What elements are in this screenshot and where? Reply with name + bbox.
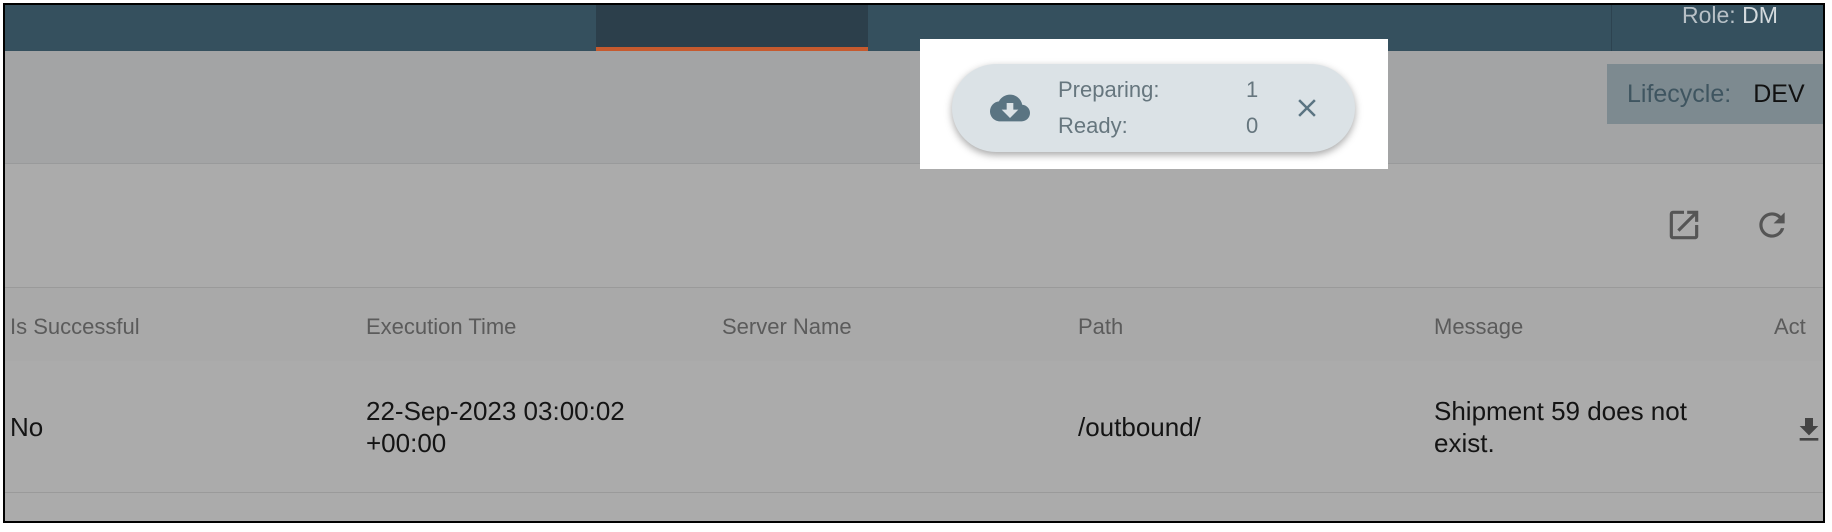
app-window: Role: DM Lifecycle: DEV Is Successful Ex… (3, 3, 1825, 523)
lifecycle-indicator: Lifecycle: DEV (1607, 64, 1823, 124)
column-header-server-name[interactable]: Server Name (722, 314, 852, 340)
preparing-count: 1 (1246, 77, 1259, 102)
user-role: Role: DM (1682, 5, 1778, 33)
ready-count: 0 (1246, 113, 1259, 138)
role-value: DM (1742, 3, 1778, 28)
lifecycle-value: DEV (1753, 79, 1805, 108)
cell-message: Shipment 59 does not exist. (1434, 395, 1687, 459)
table-header: Is Successful Execution Time Server Name… (5, 287, 1823, 362)
column-header-is-successful[interactable]: Is Successful (10, 314, 140, 340)
cloud-download-icon (985, 88, 1035, 133)
role-label: Role: (1682, 3, 1736, 28)
cell-path: /outbound/ (1078, 412, 1201, 442)
column-header-path[interactable]: Path (1078, 314, 1123, 340)
cell-is-successful: No (10, 412, 44, 442)
refresh-icon[interactable] (1752, 205, 1792, 245)
column-header-actions[interactable]: Act (1774, 314, 1806, 340)
table-row: No 22-Sep-2023 03:00:02 +00:00 /outbound… (5, 361, 1823, 493)
open-in-new-icon[interactable] (1664, 205, 1704, 245)
execution-time-line: 22-Sep-2023 03:00:02 (366, 396, 625, 426)
download-status-popup: Preparing: 1 Ready: 0 (952, 64, 1355, 152)
active-nav-tab[interactable] (596, 5, 868, 51)
preparing-label: Preparing: (1058, 77, 1160, 102)
message-line: exist. (1434, 428, 1495, 458)
close-icon[interactable] (1292, 93, 1322, 128)
column-header-message[interactable]: Message (1434, 314, 1523, 340)
execution-time-line: +00:00 (366, 428, 447, 458)
download-icon[interactable] (1793, 411, 1823, 454)
message-line: Shipment 59 does not (1434, 396, 1687, 426)
ready-label: Ready: (1058, 113, 1128, 138)
lifecycle-label: Lifecycle: (1627, 79, 1732, 108)
column-header-execution-time[interactable]: Execution Time (366, 314, 516, 340)
page-subheader (5, 51, 1823, 164)
divider (1611, 5, 1612, 51)
top-navigation-bar: Role: DM (5, 5, 1823, 51)
cell-execution-time: 22-Sep-2023 03:00:02 +00:00 (366, 395, 625, 459)
